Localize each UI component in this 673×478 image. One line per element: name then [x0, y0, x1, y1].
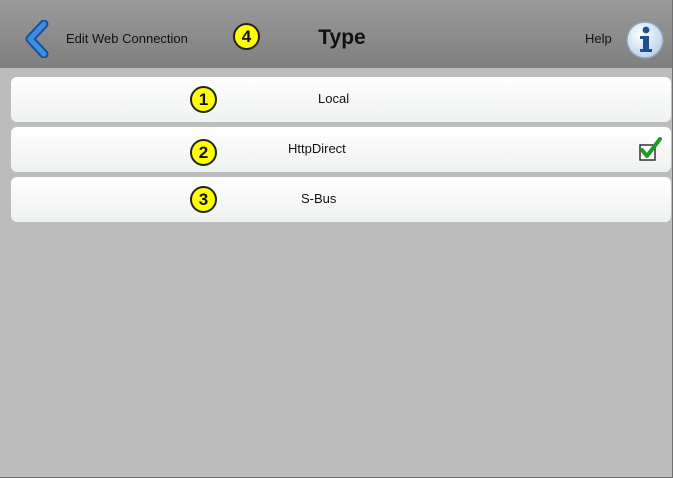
screen: Edit Web Connection 4 Type Help 1 Local … [0, 0, 673, 478]
option-row-s-bus[interactable]: 3 S-Bus [11, 177, 671, 222]
checkmark-icon [637, 137, 663, 163]
callout-badge-2: 2 [190, 139, 217, 166]
option-label: Local [318, 91, 350, 106]
callout-badge-4: 4 [233, 23, 260, 50]
page-title: Type [318, 26, 366, 49]
option-label: HttpDirect [288, 141, 346, 156]
option-row-local[interactable]: 1 Local [11, 77, 671, 122]
back-chevron-icon[interactable] [22, 19, 62, 59]
info-icon[interactable] [625, 20, 665, 60]
option-row-httpdirect[interactable]: 2 HttpDirect [11, 127, 671, 172]
header-bar: Edit Web Connection 4 Type Help [0, 0, 672, 68]
back-button-label[interactable]: Edit Web Connection [66, 31, 188, 46]
callout-badge-3: 3 [190, 186, 217, 213]
help-button-label[interactable]: Help [585, 31, 612, 46]
option-label: S-Bus [301, 191, 337, 206]
callout-badge-1: 1 [190, 86, 217, 113]
